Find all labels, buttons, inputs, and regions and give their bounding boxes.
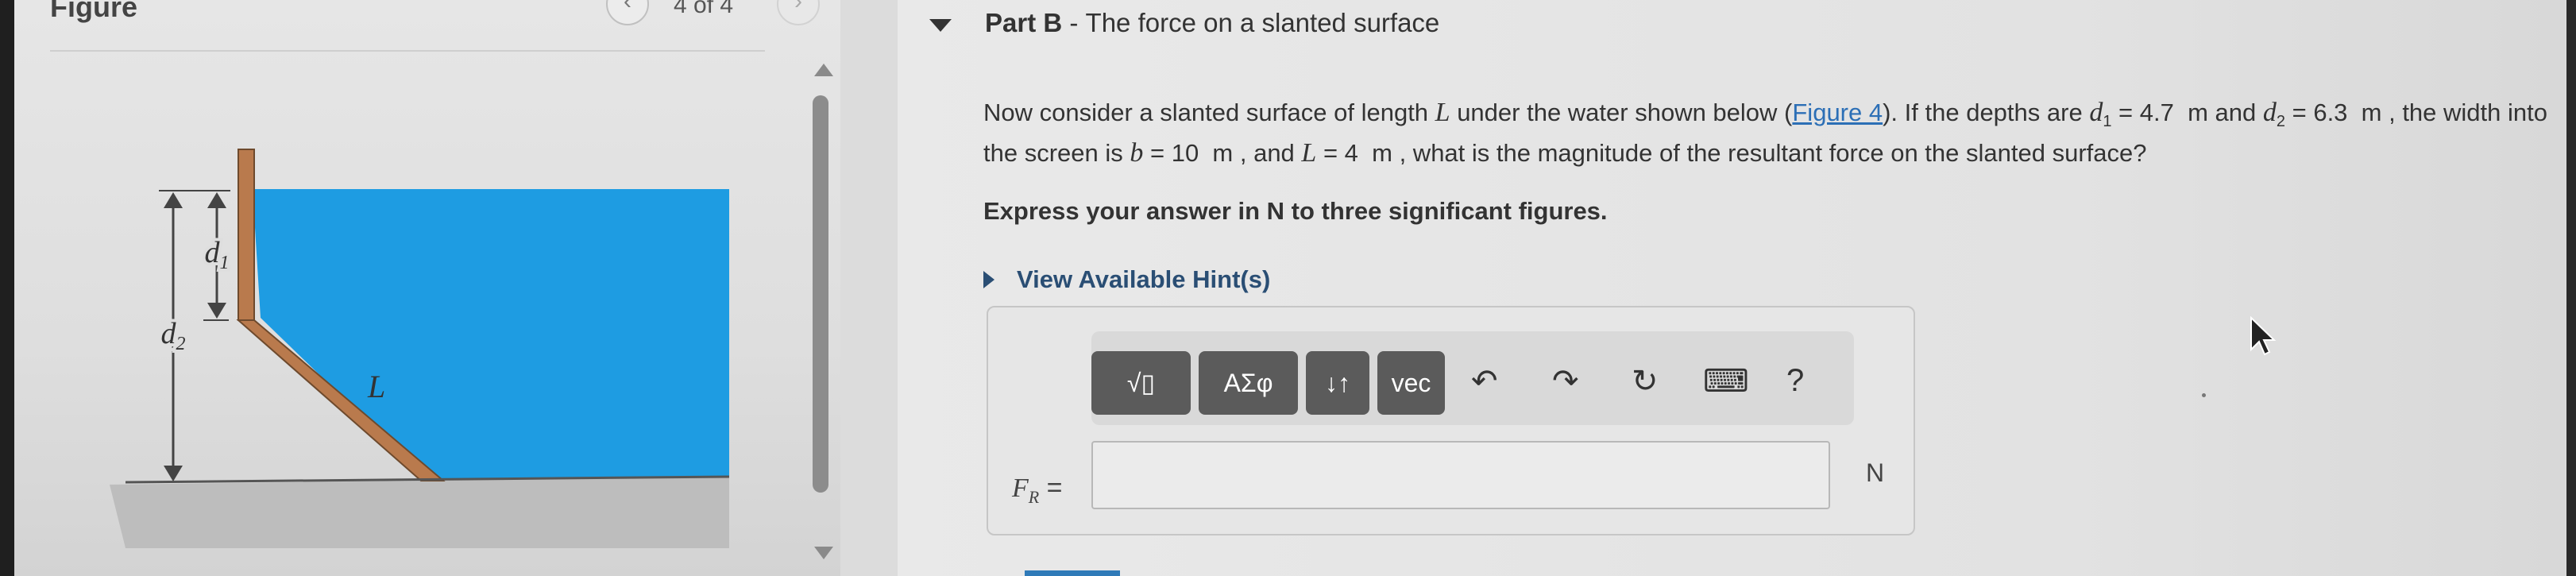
view-hints-toggle[interactable]: View Available Hint(s) [983, 265, 1270, 294]
answer-var-sub: R [1028, 486, 1040, 507]
templates-button[interactable]: √▯ [1091, 351, 1191, 415]
answer-instruction: Express your answer in N to three signif… [983, 197, 1608, 225]
L-label: L [367, 369, 385, 404]
question-text: Now consider a slanted surface of length… [983, 97, 2556, 169]
part-separator: - [1062, 8, 1086, 37]
d1-arrow-head-top [207, 192, 226, 208]
question-panel: Part B - The force on a slanted surface … [898, 0, 2566, 576]
d2-value: = 6.3 m [2285, 99, 2382, 126]
question-text-7: , what is the magnitude of the resultant… [1392, 139, 2147, 168]
var-d2: d [2262, 98, 2277, 127]
hint-label: View Available Hint(s) [1017, 265, 1271, 293]
L-value: = 4 m [1316, 139, 1392, 168]
ground [110, 477, 729, 548]
chevron-left-icon: ‹ [624, 0, 631, 14]
figure-pager: 4 of 4 [674, 0, 734, 18]
d1-arrow-head-bottom [207, 303, 226, 319]
var-d2-sub: 2 [2276, 113, 2285, 131]
d2-arrow-head-top [164, 192, 183, 208]
figure-divider [50, 50, 765, 52]
vertical-wall [238, 149, 255, 321]
question-text-3: ). If the depths are [1883, 99, 2090, 126]
figure-scrollbar[interactable] [809, 64, 833, 564]
expand-caret-icon [983, 271, 994, 288]
greek-letters-button[interactable]: ΑΣφ [1199, 351, 1298, 415]
arrows-icon: ↓↑ [1325, 368, 1350, 397]
bottom-accent-strip [1025, 570, 1120, 576]
next-figure-button[interactable]: › [777, 0, 820, 25]
keyboard-icon[interactable]: ⌨ [1703, 363, 1749, 400]
scroll-thumb[interactable] [813, 95, 828, 493]
figure-panel: Figure ‹ 4 of 4 › d1 d2 L [14, 0, 840, 576]
greek-letters-icon: ΑΣφ [1223, 368, 1273, 397]
part-header[interactable]: Part B - The force on a slanted surface [929, 8, 1439, 38]
collapse-caret-icon[interactable] [929, 19, 952, 32]
answer-variable-label: FR = [1012, 473, 1063, 508]
question-text-2: under the water shown below ( [1450, 99, 1793, 126]
redo-icon[interactable]: ↷ [1552, 363, 1579, 400]
help-icon[interactable]: ? [1786, 363, 1804, 399]
d1-value: = 4.7 m [2111, 99, 2208, 126]
subscript-superscript-button[interactable]: ↓↑ [1306, 351, 1369, 415]
d2-arrow-head-bottom [164, 466, 183, 481]
part-title: The force on a slanted surface [1085, 8, 1440, 37]
screen-speck [2202, 393, 2206, 397]
part-label: Part B [985, 8, 1063, 37]
previous-figure-button[interactable]: ‹ [606, 0, 649, 25]
scroll-down-arrow-icon[interactable] [814, 547, 833, 559]
question-text-1: Now consider a slanted surface of length [983, 99, 1435, 126]
question-text-6: , and [1233, 139, 1302, 168]
answer-input[interactable] [1091, 441, 1830, 509]
window-right-edge [2566, 0, 2576, 576]
chevron-right-icon: › [794, 0, 802, 14]
var-d1-sub: 1 [2103, 113, 2112, 131]
figure-title: Figure [50, 0, 138, 23]
answer-unit: N [1866, 458, 1885, 487]
var-b: b [1130, 138, 1144, 168]
question-text-4: and [2207, 99, 2263, 126]
var-L: L [1435, 98, 1450, 127]
slanted-surface-diagram: d1 d2 L [110, 149, 730, 548]
math-toolbar: √▯ ΑΣφ ↓↑ vec ↶ ↷ ↻ ⌨ ? [1091, 331, 1854, 425]
answer-box: √▯ ΑΣφ ↓↑ vec ↶ ↷ ↻ ⌨ ? FR = N [987, 306, 1915, 535]
window-left-edge [0, 0, 14, 576]
reset-icon[interactable]: ↻ [1632, 363, 1659, 400]
water-region [253, 189, 729, 479]
b-value: = 10 m [1143, 139, 1234, 168]
vector-label: vec [1391, 368, 1431, 397]
d1-label: d1 [205, 236, 230, 273]
undo-icon[interactable]: ↶ [1471, 363, 1498, 400]
var-d1: d [2089, 98, 2103, 127]
templates-icon: √▯ [1126, 369, 1156, 397]
d2-label: d2 [161, 317, 186, 354]
figure-link[interactable]: Figure 4 [1792, 99, 1883, 126]
vector-button[interactable]: vec [1377, 351, 1445, 415]
scroll-up-arrow-icon[interactable] [814, 64, 833, 76]
answer-var: F [1012, 474, 1029, 503]
mouse-cursor-icon [2250, 316, 2277, 356]
var-L-2: L [1301, 138, 1317, 168]
answer-equals: = [1039, 473, 1063, 503]
